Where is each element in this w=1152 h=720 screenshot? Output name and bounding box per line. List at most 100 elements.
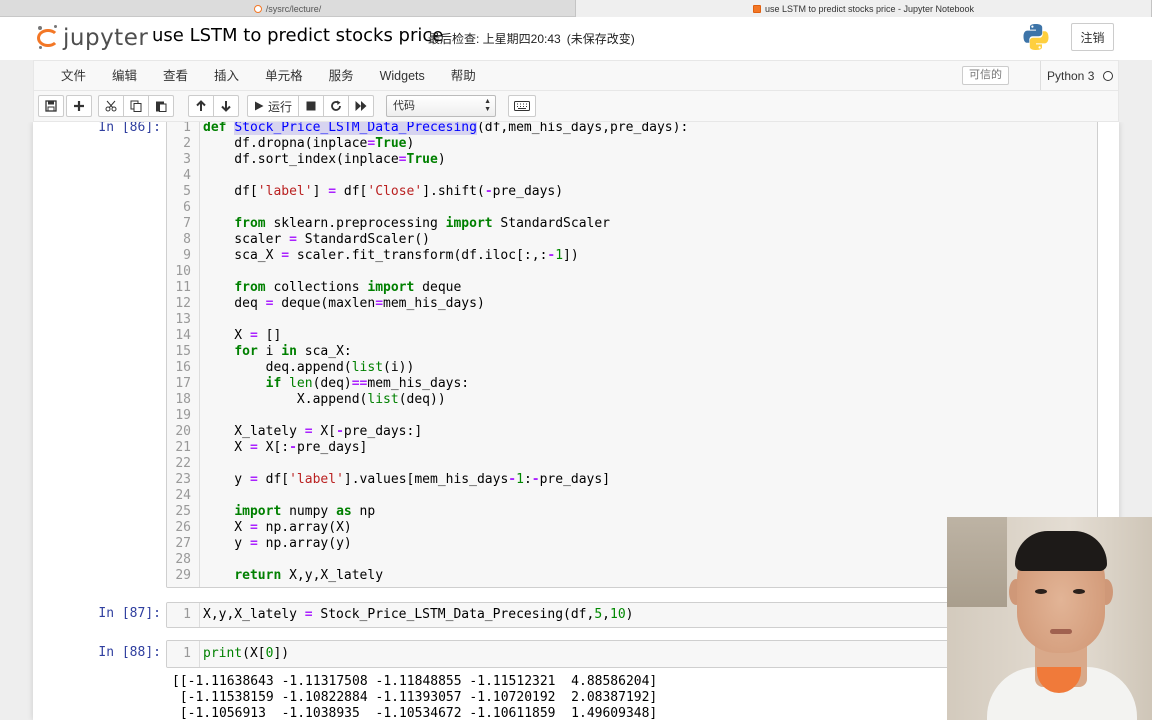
line-number: 22 bbox=[175, 456, 191, 471]
code-line[interactable]: 18 X.append(list(deq)) bbox=[167, 392, 1097, 408]
cell-output: [[-1.11638643 -1.11317508 -1.11848855 -1… bbox=[172, 674, 657, 720]
cell-type-value: 代码 bbox=[393, 100, 415, 112]
code-line[interactable]: 17 if len(deq)==mem_his_days: bbox=[167, 376, 1097, 392]
code-line[interactable]: 14 X = [] bbox=[167, 328, 1097, 344]
save-button[interactable] bbox=[38, 95, 64, 117]
line-number: 17 bbox=[175, 376, 191, 391]
browser-tab-lecture[interactable]: /sysrc/lecture/ bbox=[0, 0, 576, 17]
menu-items: 文件 编辑 查看 插入 单元格 服务 Widgets 帮助 bbox=[48, 61, 489, 91]
menu-item[interactable]: 服务 bbox=[316, 61, 367, 91]
menu-item[interactable]: 帮助 bbox=[438, 61, 489, 91]
browser-tab-notebook[interactable]: use LSTM to predict stocks price - Jupyt… bbox=[576, 0, 1152, 17]
line-number: 14 bbox=[175, 328, 191, 343]
line-number: 6 bbox=[183, 200, 191, 215]
notebook-header: jupyter use LSTM to predict stocks price… bbox=[0, 17, 1152, 60]
line-number: 23 bbox=[175, 472, 191, 487]
command-palette-button[interactable] bbox=[508, 95, 536, 117]
run-button[interactable]: 运行 bbox=[247, 95, 300, 117]
menu-item[interactable]: 单元格 bbox=[252, 61, 316, 91]
code-text: print(X[0]) bbox=[203, 646, 290, 661]
restart-run-all-button[interactable] bbox=[348, 95, 375, 117]
line-number: 7 bbox=[183, 216, 191, 231]
code-line[interactable]: 3 df.sort_index(inplace=True) bbox=[167, 152, 1097, 168]
code-line[interactable]: 6 bbox=[167, 200, 1097, 216]
notebook-title[interactable]: use LSTM to predict stocks price bbox=[152, 25, 443, 46]
toolbar: 运行 代码 ▲ ▼ bbox=[33, 90, 1119, 122]
line-number: 21 bbox=[175, 440, 191, 455]
line-number: 26 bbox=[175, 520, 191, 535]
line-number: 9 bbox=[183, 248, 191, 263]
code-line[interactable]: 9 sca_X = scaler.fit_transform(df.iloc[:… bbox=[167, 248, 1097, 264]
fast-forward-icon bbox=[355, 101, 367, 111]
checkpoint-time: 最后检查: 上星期四20:43 bbox=[428, 32, 561, 46]
input-prompt: In [87]: bbox=[98, 606, 161, 621]
code-line[interactable]: 13 bbox=[167, 312, 1097, 328]
menu-item[interactable]: 查看 bbox=[150, 61, 201, 91]
logout-button[interactable]: 注销 bbox=[1071, 23, 1114, 51]
line-number: 27 bbox=[175, 536, 191, 551]
copy-icon bbox=[130, 100, 142, 112]
menu-item[interactable]: Widgets bbox=[367, 61, 438, 91]
code-text: X = X[:-pre_days] bbox=[203, 440, 368, 455]
menu-item[interactable]: 文件 bbox=[48, 61, 99, 91]
restart-button[interactable] bbox=[323, 95, 350, 117]
restart-icon bbox=[331, 100, 341, 111]
jupyter-logo[interactable]: jupyter bbox=[36, 23, 148, 53]
play-icon bbox=[255, 101, 264, 111]
code-line[interactable]: 4 bbox=[167, 168, 1097, 184]
run-label: 运行 bbox=[268, 99, 293, 114]
code-line[interactable]: 16 deq.append(list(i)) bbox=[167, 360, 1097, 376]
code-line[interactable]: 1 def Stock_Price_LSTM_Data_Precesing(df,… bbox=[167, 122, 1097, 136]
webcam-overlay bbox=[947, 517, 1152, 720]
code-line[interactable]: 8 scaler = StandardScaler() bbox=[167, 232, 1097, 248]
browser-tab-title: use LSTM to predict stocks price - Jupyt… bbox=[764, 3, 975, 14]
line-number: 2 bbox=[183, 136, 191, 151]
code-line[interactable]: 7 from sklearn.preprocessing import Stan… bbox=[167, 216, 1097, 232]
notebook-favicon-icon bbox=[752, 4, 761, 13]
trusted-badge[interactable]: 可信的 bbox=[962, 66, 1009, 85]
code-line[interactable]: 20 X_lately = X[-pre_days:] bbox=[167, 424, 1097, 440]
cell-type-select[interactable]: 代码 ▲ ▼ bbox=[386, 95, 496, 117]
kernel-name[interactable]: Python 3 bbox=[1040, 61, 1094, 91]
code-text: X = np.array(X) bbox=[203, 520, 352, 535]
move-up-button[interactable] bbox=[188, 95, 214, 117]
code-text: y = np.array(y) bbox=[203, 536, 352, 551]
line-number: 11 bbox=[175, 280, 191, 295]
code-line[interactable]: 23 y = df['label'].values[mem_his_days-1… bbox=[167, 472, 1097, 488]
code-text: import numpy as np bbox=[234, 504, 376, 519]
code-line[interactable]: 24 bbox=[167, 488, 1097, 504]
code-text: X,y,X_lately = Stock_Price_LSTM_Data_Pre… bbox=[203, 607, 634, 622]
line-number: 15 bbox=[175, 344, 191, 359]
code-line[interactable]: 12 deq = deque(maxlen=mem_his_days) bbox=[167, 296, 1097, 312]
menubar: 文件 编辑 查看 插入 单元格 服务 Widgets 帮助 可信的 Python 3 bbox=[33, 60, 1119, 91]
line-number: 1 bbox=[183, 122, 191, 135]
code-line[interactable]: 21 X = X[:-pre_days] bbox=[167, 440, 1097, 456]
code-text: scaler = StandardScaler() bbox=[203, 232, 430, 247]
code-text: for i in sca_X: bbox=[234, 344, 352, 359]
move-down-button[interactable] bbox=[213, 95, 239, 117]
code-line[interactable]: 2 df.dropna(inplace=True) bbox=[167, 136, 1097, 152]
line-number: 3 bbox=[183, 152, 191, 167]
menu-item[interactable]: 插入 bbox=[201, 61, 252, 91]
paste-button[interactable] bbox=[148, 95, 174, 117]
cut-button[interactable] bbox=[98, 95, 124, 117]
line-number: 29 bbox=[175, 568, 191, 583]
checkpoint-status: 最后检查: 上星期四20:43 (未保存改变) bbox=[428, 30, 635, 47]
code-text: from sklearn.preprocessing import Standa… bbox=[234, 216, 611, 231]
insert-cell-button[interactable] bbox=[66, 95, 92, 117]
code-line[interactable]: 22 bbox=[167, 456, 1097, 472]
code-text: deq.append(list(i)) bbox=[203, 360, 415, 375]
line-number: 1 bbox=[183, 646, 191, 661]
copy-button[interactable] bbox=[123, 95, 149, 117]
code-line[interactable]: 19 bbox=[167, 408, 1097, 424]
code-line[interactable]: 5 df['label'] = df['Close'].shift(-pre_d… bbox=[167, 184, 1097, 200]
line-number: 19 bbox=[175, 408, 191, 423]
code-line[interactable]: 11 from collections import deque bbox=[167, 280, 1097, 296]
interrupt-button[interactable] bbox=[298, 95, 325, 117]
arrow-down-icon bbox=[221, 101, 231, 112]
logo-text: jupyter bbox=[63, 25, 149, 51]
line-number: 25 bbox=[175, 504, 191, 519]
code-line[interactable]: 15 for i in sca_X: bbox=[167, 344, 1097, 360]
code-line[interactable]: 10 bbox=[167, 264, 1097, 280]
menu-item[interactable]: 编辑 bbox=[99, 61, 150, 91]
